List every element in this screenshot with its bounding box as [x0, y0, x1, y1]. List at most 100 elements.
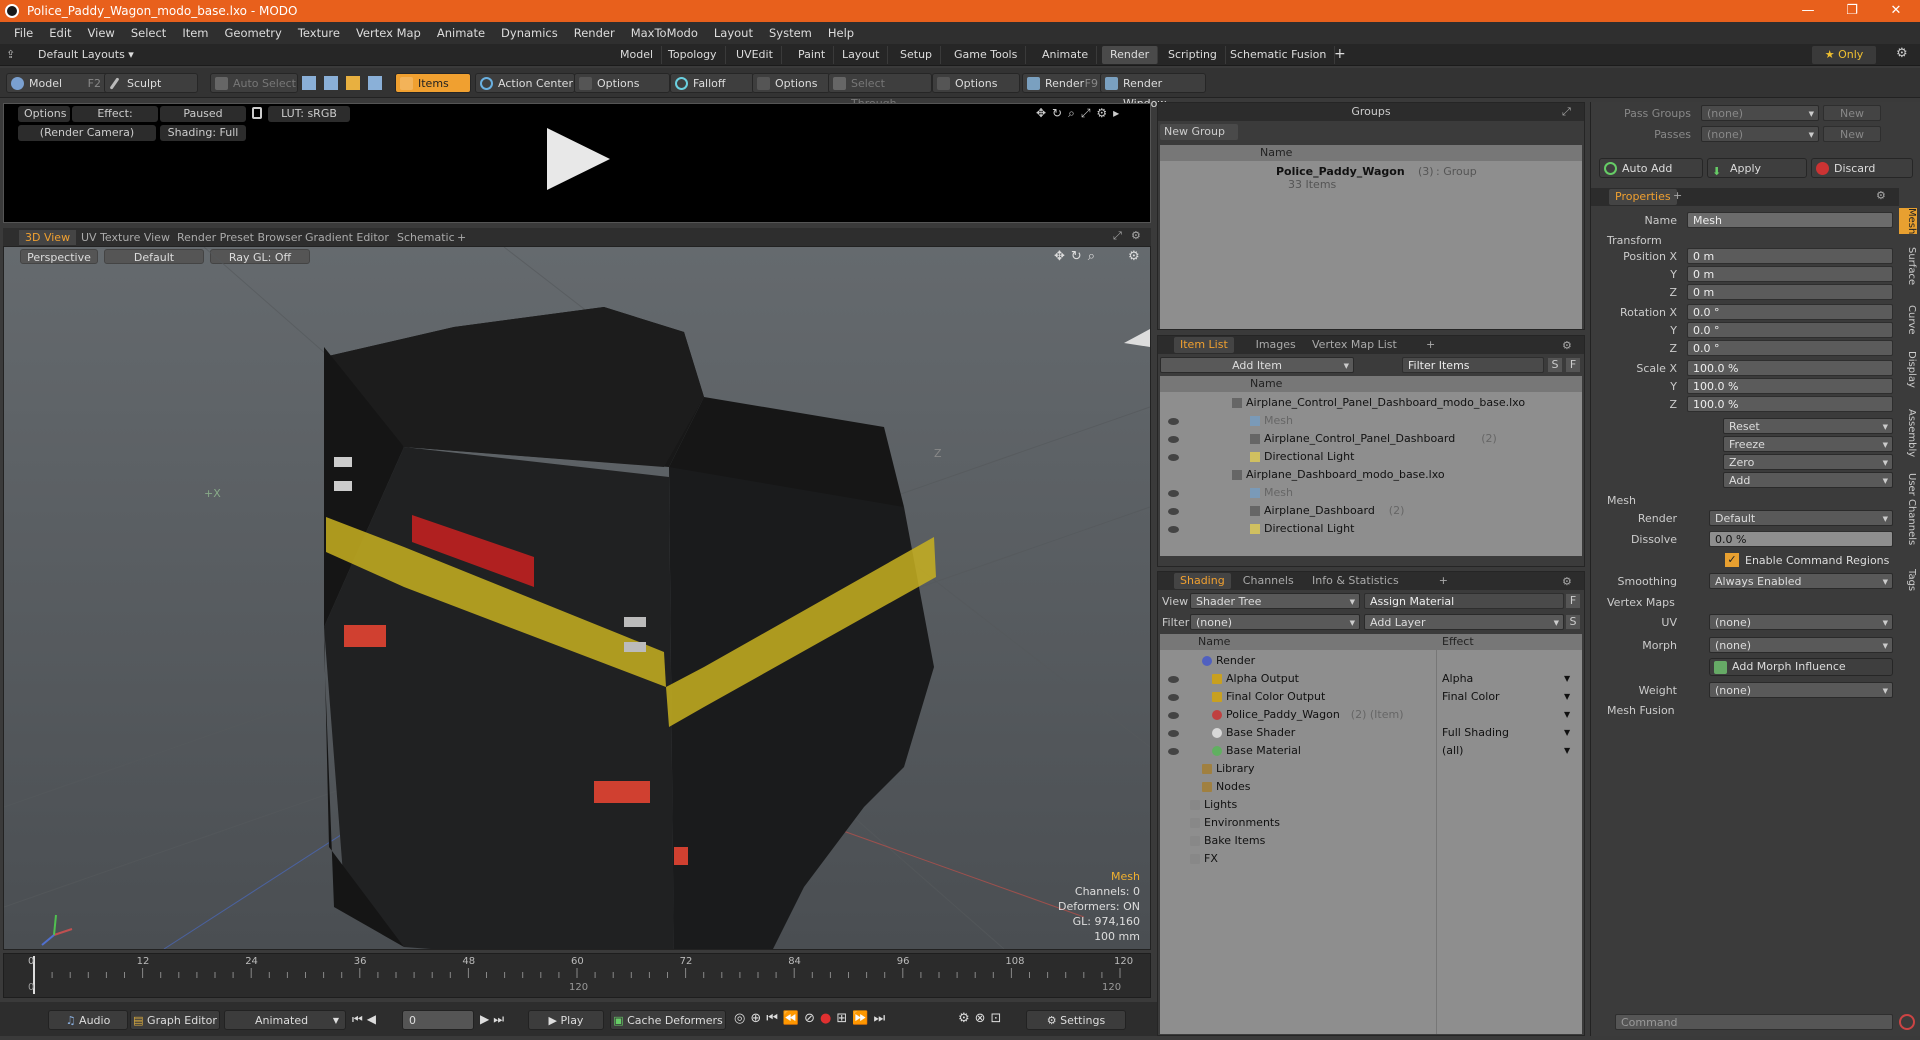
visibility-eye-icon[interactable]: [1168, 748, 1179, 755]
viewport-tab-3d-view[interactable]: 3D View: [19, 230, 77, 245]
action-center-button[interactable]: Action Center: [475, 73, 575, 93]
viewport-tab-gradient-editor[interactable]: Gradient Editor: [299, 230, 395, 245]
weight-dropdown[interactable]: (none): [1709, 682, 1893, 699]
effect-dropdown-arrow[interactable]: ▼: [1564, 706, 1570, 724]
command-stop-icon[interactable]: [1899, 1014, 1915, 1030]
position-x-field[interactable]: 0 m: [1687, 248, 1893, 264]
vertex-maps-section[interactable]: Vertex Maps: [1607, 596, 1675, 609]
shading-f-button[interactable]: F: [1566, 594, 1580, 608]
discard-button[interactable]: Discard: [1811, 158, 1913, 178]
shader-item[interactable]: Render: [1160, 652, 1582, 670]
menu-file[interactable]: File: [6, 26, 41, 40]
vertex-mode-icon[interactable]: [302, 76, 316, 90]
add-layer-dropdown[interactable]: Add Layer: [1364, 614, 1564, 631]
graph-editor-button[interactable]: ▤ Graph Editor: [130, 1010, 220, 1030]
layout-tab-game-tools[interactable]: Game Tools: [946, 46, 1027, 64]
command-input[interactable]: Command: [1615, 1014, 1893, 1030]
filter-dropdown[interactable]: (none): [1190, 614, 1360, 631]
audio-button[interactable]: ♫ Audio: [48, 1010, 128, 1030]
name-input[interactable]: Mesh: [1687, 212, 1893, 228]
shading-dropdown[interactable]: Shading: Full: [160, 125, 246, 141]
visibility-eye-icon[interactable]: [1168, 676, 1179, 683]
side-tab-surface[interactable]: Surface: [1899, 247, 1917, 285]
transform-section[interactable]: Transform: [1607, 234, 1662, 247]
tab-channels[interactable]: Channels: [1237, 573, 1300, 589]
maximize-button[interactable]: ❐: [1830, 0, 1874, 22]
reset-dropdown[interactable]: Reset: [1723, 418, 1893, 435]
render-button[interactable]: Render F9: [1022, 73, 1104, 93]
menu-render[interactable]: Render: [566, 26, 623, 40]
item-list-gear-icon[interactable]: ⚙: [1562, 337, 1572, 355]
zero-dropdown[interactable]: Zero: [1723, 454, 1893, 471]
jump-end-icons[interactable]: ▶⏭: [480, 1012, 508, 1027]
expand-icon[interactable]: ⤢: [1113, 229, 1122, 243]
layout-tab-schematic-fusion[interactable]: Schematic Fusion: [1222, 46, 1336, 64]
dissolve-field[interactable]: 0.0 %: [1709, 531, 1893, 547]
filter-items-input[interactable]: Filter Items: [1402, 357, 1544, 373]
expand-icon[interactable]: ⤢: [1562, 105, 1571, 119]
menu-geometry[interactable]: Geometry: [217, 26, 290, 40]
lock-icon[interactable]: [252, 107, 262, 119]
layout-tab-setup[interactable]: Setup: [892, 46, 942, 64]
add-tab-button[interactable]: +: [1433, 573, 1454, 589]
effect-dropdown-arrow[interactable]: ▼: [1564, 742, 1570, 760]
filter-s-button[interactable]: S: [1548, 358, 1562, 372]
viewport-tab-uv-texture-view[interactable]: UV Texture View: [75, 230, 176, 245]
menu-texture[interactable]: Texture: [290, 26, 348, 40]
shading-s-button[interactable]: S: [1566, 615, 1580, 629]
shader-effect[interactable]: (all): [1442, 742, 1463, 760]
scale-y-field[interactable]: 100.0 %: [1687, 378, 1893, 394]
add-item-dropdown[interactable]: Add Item: [1160, 357, 1354, 374]
side-tab-display[interactable]: Display: [1899, 351, 1917, 388]
layout-tab-model[interactable]: Model: [612, 46, 663, 64]
shading-gear-icon[interactable]: ⚙: [1562, 573, 1572, 591]
paused-toggle[interactable]: Paused: [160, 106, 246, 122]
list-item[interactable]: Directional Light: [1160, 448, 1582, 466]
assign-material-button[interactable]: Assign Material: [1364, 593, 1564, 609]
layout-tab-animate[interactable]: Animate: [1034, 46, 1098, 64]
pass-groups-dropdown[interactable]: (none): [1701, 105, 1819, 122]
list-item[interactable]: Airplane_Control_Panel_Dashboard (2): [1160, 430, 1582, 448]
rotation-x-field[interactable]: 0.0 °: [1687, 304, 1893, 320]
visibility-eye-icon[interactable]: [1168, 490, 1179, 497]
close-button[interactable]: ✕: [1874, 0, 1918, 22]
list-item[interactable]: Mesh: [1160, 412, 1582, 430]
falloff-options-button[interactable]: Options: [752, 73, 830, 93]
animated-dropdown[interactable]: Animated ▼: [224, 1010, 346, 1030]
menu-layout[interactable]: Layout: [706, 26, 761, 40]
shader-item[interactable]: Lights: [1160, 796, 1582, 814]
side-tab-mesh[interactable]: Mesh: [1899, 208, 1917, 235]
new-pass-button[interactable]: New: [1823, 126, 1881, 142]
smoothing-dropdown[interactable]: Always Enabled: [1709, 573, 1893, 590]
menu-system[interactable]: System: [761, 26, 820, 40]
action-options-button[interactable]: Options: [574, 73, 670, 93]
layout-tab-render[interactable]: Render: [1102, 46, 1159, 64]
layout-tab-topology[interactable]: Topology: [660, 46, 726, 64]
tab-images[interactable]: Images: [1250, 337, 1302, 353]
menu-select[interactable]: Select: [123, 26, 174, 40]
shader-item[interactable]: Library: [1160, 760, 1582, 778]
list-item[interactable]: Mesh: [1160, 484, 1582, 502]
add-layout-button[interactable]: +: [1334, 46, 1346, 62]
sculpt-button[interactable]: Sculpt: [104, 73, 198, 93]
menu-dynamics[interactable]: Dynamics: [493, 26, 566, 40]
list-item[interactable]: Airplane_Control_Panel_Dashboard_modo_ba…: [1160, 394, 1582, 412]
freeze-dropdown[interactable]: Freeze: [1723, 436, 1893, 453]
mesh-section[interactable]: Mesh: [1607, 494, 1636, 507]
scale-x-field[interactable]: 100.0 %: [1687, 360, 1893, 376]
render-dropdown[interactable]: Default: [1709, 510, 1893, 527]
enable-command-regions-checkbox[interactable]: ✓: [1725, 553, 1739, 567]
add-dropdown[interactable]: Add: [1723, 472, 1893, 489]
passes-dropdown[interactable]: (none): [1701, 126, 1819, 143]
effect-dropdown-arrow[interactable]: ▼: [1564, 724, 1570, 742]
shader-effect[interactable]: Final Color: [1442, 688, 1500, 706]
items-mode-button[interactable]: Items: [395, 73, 471, 93]
gear-icon[interactable]: ⚙: [1896, 46, 1908, 61]
add-viewport-tab-button[interactable]: +: [451, 230, 472, 245]
visibility-eye-icon[interactable]: [1168, 454, 1179, 461]
menu-edit[interactable]: Edit: [41, 26, 79, 40]
uv-dropdown[interactable]: (none): [1709, 614, 1893, 631]
cache-deformers-button[interactable]: ▣ Cache Deformers: [610, 1010, 726, 1030]
preview-options-button[interactable]: Options: [18, 106, 70, 122]
play-button[interactable]: ▶ Play: [528, 1010, 604, 1030]
